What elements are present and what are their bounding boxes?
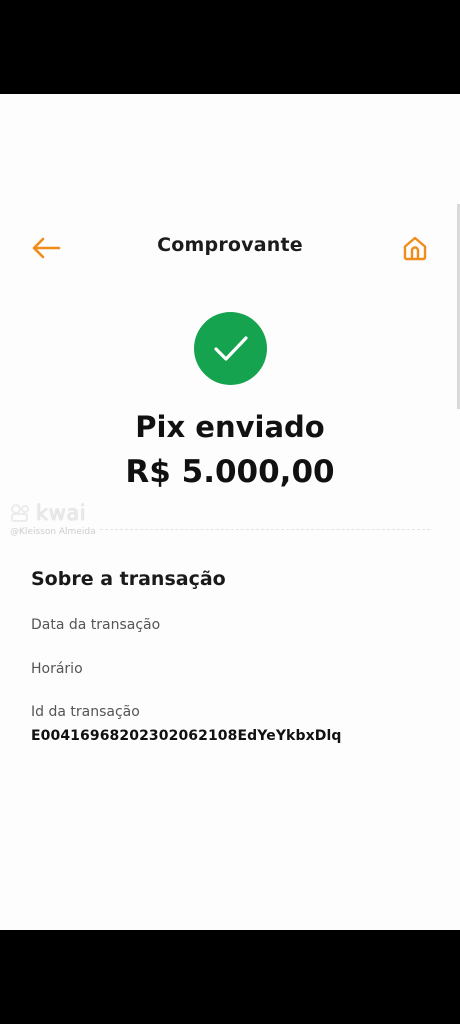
device-frame: Comprovante Pix enviado R$ 5.000,00 kwai…	[0, 0, 460, 1024]
transaction-id-label: Id da transação	[31, 704, 140, 720]
transaction-id-value: E00416968202302062108EdYeYkbxDlq	[31, 728, 342, 744]
section-title: Sobre a transação	[31, 568, 226, 590]
page-title: Comprovante	[157, 234, 303, 256]
dashed-divider	[100, 529, 430, 530]
transaction-time-label: Horário	[31, 661, 83, 677]
kwai-logo-icon	[11, 504, 29, 522]
transaction-date-label: Data da transação	[31, 617, 161, 633]
watermark-brand: kwai	[36, 501, 87, 525]
home-icon	[403, 236, 427, 261]
watermark-user: @Kleisson Almeida	[10, 527, 96, 537]
check-icon	[213, 335, 248, 361]
receipt-screen: Comprovante Pix enviado R$ 5.000,00 kwai…	[0, 94, 460, 930]
success-badge	[194, 312, 267, 385]
amount-value: R$ 5.000,00	[125, 454, 335, 490]
watermark-logo: kwai	[10, 501, 96, 525]
top-bar: Comprovante	[0, 224, 460, 272]
status-label: Pix enviado	[135, 410, 325, 444]
home-button[interactable]	[397, 230, 433, 266]
watermark: kwai @Kleisson Almeida	[10, 501, 96, 537]
